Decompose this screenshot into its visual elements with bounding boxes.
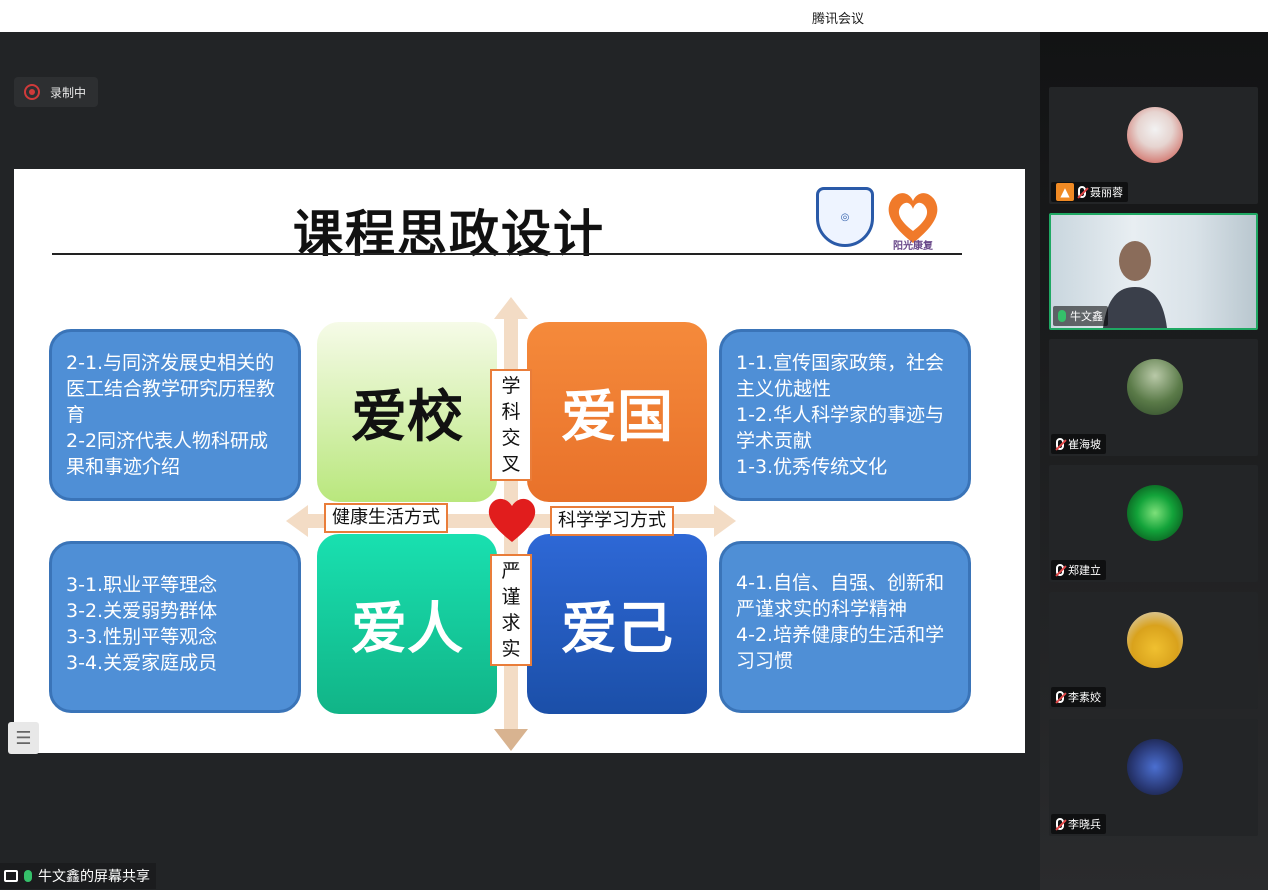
share-label: 牛文鑫的屏幕共享	[38, 869, 150, 885]
shared-slide: 课程思政设计 ◎ 阳光康复 2-1.与同济发展史相关的医工结合教学研究历程教育 …	[14, 169, 1025, 753]
participant-namebar: 李晓兵	[1051, 814, 1106, 834]
list-icon[interactable]: ☰	[8, 722, 39, 754]
box-text: 1-3.优秀传统文化	[736, 456, 888, 478]
box-text: 1-1.宣传国家政策，社会主义优越性	[736, 352, 945, 400]
title-bar: 腾讯会议	[0, 0, 1268, 32]
mic-muted-icon	[1078, 186, 1086, 198]
mic-muted-icon	[1056, 564, 1064, 576]
box-bottom-left: 3-1.职业平等理念 3-2.关爱弱势群体 3-3.性别平等观念 3-4.关爱家…	[49, 541, 301, 713]
label-scientific-learning: 科学学习方式	[550, 506, 674, 536]
mic-muted-icon	[1056, 691, 1064, 703]
title-underline	[52, 253, 962, 255]
arrow-right-icon	[714, 505, 736, 537]
participant-namebar: 崔海坡	[1051, 434, 1106, 454]
avatar	[1127, 359, 1183, 415]
participant-name: 崔海坡	[1068, 438, 1101, 451]
box-text: 4-2.培养健康的生活和学习习惯	[736, 624, 945, 672]
heart-icon	[488, 498, 536, 542]
participant-name: 牛文鑫	[1070, 310, 1103, 323]
avatar	[1127, 107, 1183, 163]
rehab-logo-text: 阳光康复	[893, 241, 933, 252]
mic-muted-icon	[1056, 438, 1064, 450]
box-top-left: 2-1.与同济发展史相关的医工结合教学研究历程教育 2-2同济代表人物科研成果和…	[49, 329, 301, 501]
recording-indicator[interactable]: 录制中	[14, 77, 99, 107]
speaker-figure	[1103, 241, 1167, 328]
university-logo: ◎	[816, 187, 874, 247]
quadrant-self: 爱己	[527, 534, 707, 714]
host-icon: ▲	[1056, 183, 1074, 201]
quadrant-people: 爱人	[317, 534, 497, 714]
participant-panel: ▲ 聂丽蓉 牛文鑫 崔海坡 郑建立 李素姣 李晓兵	[1040, 32, 1268, 890]
microphone-icon	[24, 870, 32, 882]
avatar	[1127, 612, 1183, 668]
avatar	[1127, 485, 1183, 541]
arrow-left-icon	[286, 505, 308, 537]
mic-muted-icon	[1056, 818, 1064, 830]
participant-tile[interactable]: 李素姣	[1049, 592, 1258, 709]
screen-share-indicator[interactable]: 牛文鑫的屏幕共享	[0, 863, 156, 889]
participant-tile[interactable]: ▲ 聂丽蓉	[1049, 87, 1258, 204]
app-title: 腾讯会议	[811, 12, 864, 27]
label-interdisciplinary: 学 科 交 叉	[490, 369, 532, 481]
participant-namebar: ▲ 聂丽蓉	[1051, 182, 1128, 202]
participant-tile[interactable]: 李晓兵	[1049, 719, 1258, 836]
participant-name: 李晓兵	[1068, 818, 1101, 831]
recording-label: 录制中	[50, 85, 87, 100]
avatar	[1127, 739, 1183, 795]
participant-namebar: 牛文鑫	[1053, 306, 1108, 326]
mic-on-icon	[1058, 310, 1066, 322]
participant-name: 聂丽蓉	[1090, 186, 1123, 199]
label-healthy-lifestyle: 健康生活方式	[324, 503, 448, 533]
box-text: 2-1.与同济发展史相关的医工结合教学研究历程教育	[66, 352, 276, 426]
screen-share-icon	[4, 870, 18, 882]
participant-namebar: 李素姣	[1051, 687, 1106, 707]
participant-tile[interactable]: 崔海坡	[1049, 339, 1258, 456]
share-stage: 录制中 课程思政设计 ◎ 阳光康复 2-1.与同济发展史相关的医工结合教学研究历…	[0, 32, 1040, 890]
box-text: 3-2.关爱弱势群体	[66, 600, 218, 622]
quadrant-school: 爱校	[317, 322, 497, 502]
box-text: 1-2.华人科学家的事迹与学术贡献	[736, 404, 945, 452]
record-icon	[24, 84, 40, 100]
participant-namebar: 郑建立	[1051, 560, 1106, 580]
box-top-right: 1-1.宣传国家政策，社会主义优越性 1-2.华人科学家的事迹与学术贡献 1-3…	[719, 329, 971, 501]
box-text: 4-1.自信、自强、创新和严谨求实的科学精神	[736, 572, 945, 620]
box-text: 3-4.关爱家庭成员	[66, 652, 218, 674]
participant-tile[interactable]: 郑建立	[1049, 465, 1258, 582]
quadrant-country: 爱国	[527, 322, 707, 502]
label-rigorous: 严 谨 求 实	[490, 554, 532, 666]
box-text: 2-2同济代表人物科研成果和事迹介绍	[66, 430, 269, 478]
participant-name: 李素姣	[1068, 691, 1101, 704]
tencent-meeting-window: 腾讯会议 录制中 课程思政设计 ◎ 阳光康复 2-1.与同济发展史相关的医工结合…	[0, 0, 1268, 890]
arrow-up-icon	[494, 297, 528, 319]
box-text: 3-3.性别平等观念	[66, 626, 218, 648]
participant-name: 郑建立	[1068, 564, 1101, 577]
box-bottom-right: 4-1.自信、自强、创新和严谨求实的科学精神 4-2.培养健康的生活和学习习惯	[719, 541, 971, 713]
participant-tile-active-speaker[interactable]: 牛文鑫	[1049, 213, 1258, 330]
arrow-down-icon	[494, 729, 528, 751]
slide-title: 课程思政设计	[293, 205, 605, 263]
box-text: 3-1.职业平等理念	[66, 574, 218, 596]
